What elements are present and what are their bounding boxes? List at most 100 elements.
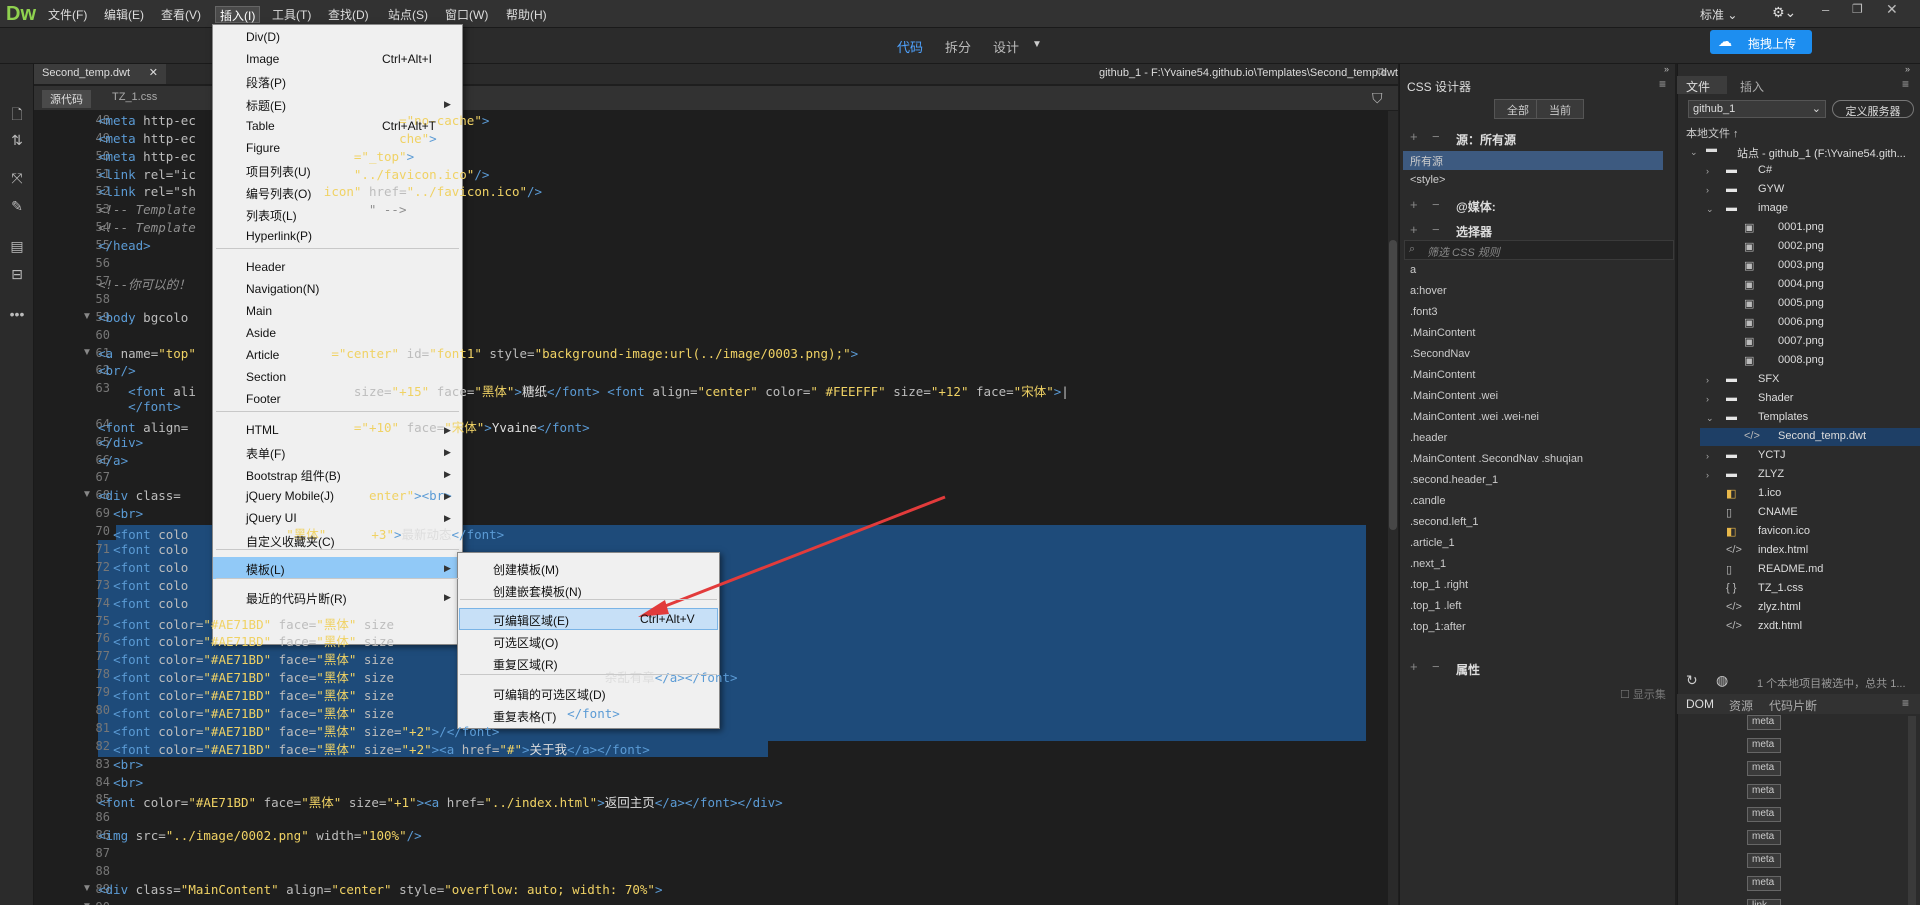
css-selector-item[interactable]: .top_1:after <box>1410 621 1466 633</box>
file-item[interactable]: favicon.ico <box>1758 525 1810 537</box>
file-item[interactable]: image <box>1758 202 1788 214</box>
folder-icon: ▬ <box>1726 449 1737 461</box>
menu-item-div-d-[interactable]: Div(D) <box>246 30 280 44</box>
css-selector-item[interactable]: .top_1 .left <box>1410 600 1461 612</box>
submenu-item[interactable]: 可选区域(O) <box>493 634 558 651</box>
dom-node[interactable]: meta <box>1747 853 1781 868</box>
file-item[interactable]: YCTJ <box>1758 449 1786 461</box>
file-item[interactable]: SFX <box>1758 373 1779 385</box>
submenu-item[interactable]: 重复表格(T) <box>493 708 556 725</box>
chevron-right-icon[interactable]: › <box>1706 470 1709 480</box>
line-number: 67 <box>95 470 110 484</box>
fold-toggle-icon[interactable]: ▼ <box>82 901 92 905</box>
dom-node[interactable]: meta <box>1747 738 1781 753</box>
chevron-right-icon[interactable]: › <box>1706 185 1709 195</box>
file-item[interactable]: Templates <box>1758 411 1808 423</box>
menu-item-自定义收藏夹-c-[interactable]: 自定义收藏夹(C) <box>246 533 335 550</box>
menu-item-section[interactable]: Section <box>246 370 286 384</box>
menu-item-header[interactable]: Header <box>246 260 285 274</box>
menu-item-jquery-mobile-j-[interactable]: jQuery Mobile(J) <box>246 489 334 503</box>
css-selector-item[interactable]: .MainContent <box>1410 369 1475 381</box>
menu-item-最近的代码片断-r-[interactable]: 最近的代码片断(R) <box>246 590 347 607</box>
fold-toggle-icon[interactable]: ▼ <box>82 311 92 322</box>
menu-item-bootstrap-组件-b-[interactable]: Bootstrap 组件(B) <box>246 467 341 484</box>
menu-item-navigation-n-[interactable]: Navigation(N) <box>246 282 319 296</box>
file-item[interactable]: 0005.png <box>1778 297 1824 309</box>
chevron-down-icon[interactable]: ⌄ <box>1706 413 1714 424</box>
menu-item-项目列表-u-[interactable]: 项目列表(U) <box>246 163 311 180</box>
file-item[interactable]: TZ_1.css <box>1758 582 1803 594</box>
file-item[interactable]: ZLYZ <box>1758 468 1784 480</box>
file-item[interactable]: 0003.png <box>1778 259 1824 271</box>
fold-toggle-icon[interactable]: ▼ <box>82 347 92 358</box>
file-item[interactable]: zxdt.html <box>1758 620 1802 632</box>
menu-item-footer[interactable]: Footer <box>246 392 281 406</box>
css-selector-item[interactable]: .second.header_1 <box>1410 474 1498 486</box>
file-item[interactable]: CNAME <box>1758 506 1798 518</box>
file-item[interactable]: 1.ico <box>1758 487 1781 499</box>
file-item[interactable]: zlyz.html <box>1758 601 1801 613</box>
chevron-down-icon[interactable]: ⌄ <box>1706 204 1714 215</box>
fold-toggle-icon[interactable]: ▼ <box>82 883 92 894</box>
file-item[interactable]: GYW <box>1758 183 1784 195</box>
submenu-item[interactable]: 创建模板(M) <box>493 561 559 578</box>
menu-item-image[interactable]: Image <box>246 52 279 66</box>
menu-item-模板-l-[interactable]: 模板(L) <box>246 561 285 578</box>
file-item[interactable]: Shader <box>1758 392 1793 404</box>
file-item[interactable]: 0004.png <box>1778 278 1824 290</box>
menu-item-html[interactable]: HTML <box>246 423 279 437</box>
file-item[interactable]: C# <box>1758 164 1772 176</box>
dom-node[interactable]: meta <box>1747 807 1781 822</box>
css-selector-item[interactable]: .candle <box>1410 495 1445 507</box>
menu-item-aside[interactable]: Aside <box>246 326 276 340</box>
menu-item-段落-p-[interactable]: 段落(P) <box>246 74 286 91</box>
file-item[interactable]: 0006.png <box>1778 316 1824 328</box>
file-item[interactable]: README.md <box>1758 563 1823 575</box>
file-item[interactable]: 0007.png <box>1778 335 1824 347</box>
dom-node[interactable]: link <box>1747 899 1781 905</box>
css-selector-item[interactable]: .article_1 <box>1410 537 1455 549</box>
submenu-item[interactable]: 可编辑区域(E) <box>493 612 569 629</box>
submenu-item[interactable]: 可编辑的可选区域(D) <box>493 686 606 703</box>
css-selector-item[interactable]: .top_1 .right <box>1410 579 1468 591</box>
menu-item-article[interactable]: Article <box>246 348 279 362</box>
chevron-right-icon[interactable]: › <box>1706 166 1709 176</box>
dom-node[interactable]: meta <box>1747 761 1781 776</box>
dom-node[interactable]: meta <box>1747 715 1781 730</box>
menu-item-table[interactable]: Table <box>246 119 275 133</box>
css-selector-item[interactable]: a <box>1410 264 1416 276</box>
chevron-right-icon[interactable]: › <box>1706 394 1709 404</box>
css-selector-item[interactable]: .MainContent .wei <box>1410 390 1498 402</box>
chevron-right-icon[interactable]: › <box>1706 451 1709 461</box>
file-item[interactable]: 0008.png <box>1778 354 1824 366</box>
menu-item-标题-e-[interactable]: 标题(E) <box>246 97 286 114</box>
css-selector-item[interactable]: .second.left_1 <box>1410 516 1479 528</box>
css-selector-item[interactable]: .SecondNav <box>1410 348 1470 360</box>
file-item[interactable]: Second_temp.dwt <box>1778 430 1866 442</box>
file-item[interactable]: index.html <box>1758 544 1808 556</box>
submenu-item[interactable]: 创建嵌套模板(N) <box>493 583 582 600</box>
chevron-right-icon[interactable]: › <box>1706 375 1709 385</box>
menu-item-main[interactable]: Main <box>246 304 272 318</box>
menu-item-figure[interactable]: Figure <box>246 141 280 155</box>
css-selector-item[interactable]: .font3 <box>1410 306 1438 318</box>
menu-item-表单-f-[interactable]: 表单(F) <box>246 445 285 462</box>
css-selector-item[interactable]: .MainContent .SecondNav .shuqian <box>1410 453 1583 465</box>
fold-toggle-icon[interactable]: ▼ <box>82 489 92 500</box>
css-selector-item[interactable]: .header <box>1410 432 1447 444</box>
menu-item-jquery-ui[interactable]: jQuery UI <box>246 511 297 525</box>
file-item[interactable]: 0001.png <box>1778 221 1824 233</box>
css-selector-item[interactable]: .next_1 <box>1410 558 1446 570</box>
code-line: <font color="#AE71BD" face="黑体" size="+1… <box>98 795 783 810</box>
submenu-item[interactable]: 重复区域(R) <box>493 656 558 673</box>
menu-item-hyperlink-p-[interactable]: Hyperlink(P) <box>246 229 312 243</box>
css-selector-item[interactable]: a:hover <box>1410 285 1447 297</box>
menu-item-编号列表-o-[interactable]: 编号列表(O) <box>246 185 311 202</box>
css-selector-item[interactable]: .MainContent <box>1410 327 1475 339</box>
css-selector-item[interactable]: .MainContent .wei .wei-nei <box>1410 411 1539 423</box>
menu-item-列表项-l-[interactable]: 列表项(L) <box>246 207 297 224</box>
dom-node[interactable]: meta <box>1747 784 1781 799</box>
dom-node[interactable]: meta <box>1747 830 1781 845</box>
file-item[interactable]: 0002.png <box>1778 240 1824 252</box>
dom-node[interactable]: meta <box>1747 876 1781 891</box>
